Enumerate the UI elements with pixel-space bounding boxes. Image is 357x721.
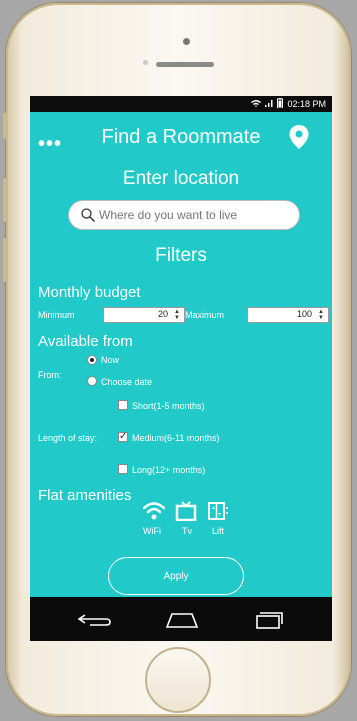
budget-max-spinner[interactable]: ▲ ▼ — [316, 309, 326, 321]
radio-now[interactable] — [87, 355, 97, 365]
page-title: Find a Roommate — [101, 126, 261, 148]
earpiece-speaker — [156, 62, 214, 67]
radio-choose-date-label: Choose date — [101, 377, 153, 387]
budget-max-label: Maximum — [185, 310, 225, 320]
cell-signal-icon — [265, 99, 273, 109]
budget-min-input[interactable]: 20 ▲ ▼ — [103, 307, 185, 323]
location-search-box[interactable] — [68, 200, 300, 230]
long-stay-label: Long(12+ months) — [132, 465, 206, 475]
available-heading: Available from — [38, 333, 133, 350]
budget-max-value: 100 — [296, 309, 312, 319]
lift-icon[interactable] — [207, 501, 229, 521]
radio-choose-date[interactable] — [87, 376, 97, 386]
amenity-wifi-label: WiFi — [143, 526, 161, 536]
physical-home-button[interactable] — [145, 647, 211, 713]
mute-switch — [3, 113, 8, 139]
location-pin-icon[interactable] — [288, 124, 310, 150]
back-icon[interactable] — [76, 605, 116, 633]
amenity-lift-label: Lift — [212, 526, 225, 536]
front-sensor — [183, 38, 190, 45]
budget-min-spinner[interactable]: ▲ ▼ — [172, 309, 182, 321]
budget-min-value: 20 — [157, 309, 168, 319]
location-input[interactable] — [97, 207, 296, 223]
battery-icon — [277, 98, 284, 110]
stay-label: Length of stay: — [38, 433, 98, 443]
wifi-signal-icon — [251, 99, 262, 109]
app-screen: ••• Find a Roommate Enter location Filte… — [30, 112, 332, 597]
filters-heading: Filters — [155, 245, 207, 266]
checkbox-short-stay[interactable] — [118, 400, 128, 410]
budget-max-input[interactable]: 100 ▲ ▼ — [247, 307, 329, 323]
wifi-icon[interactable] — [143, 501, 165, 521]
phone-screen: 02:18 PM ••• Find a Roommate Enter locat… — [30, 96, 332, 641]
apply-button[interactable]: Apply — [108, 557, 244, 595]
status-bar: 02:18 PM — [30, 96, 332, 112]
checkbox-long-stay[interactable] — [118, 464, 128, 474]
tv-icon[interactable] — [175, 501, 197, 521]
home-icon[interactable] — [162, 605, 202, 633]
recent-apps-icon[interactable] — [248, 605, 288, 633]
radio-now-label: Now — [101, 355, 120, 365]
location-heading: Enter location — [122, 168, 240, 189]
short-stay-label: Short(1-5 months) — [132, 401, 205, 411]
status-time: 02:18 PM — [287, 99, 326, 109]
amenities-heading: Flat amenities — [38, 487, 132, 504]
amenity-tv-label: Tv — [182, 526, 192, 536]
front-camera — [143, 60, 148, 65]
from-label: From: — [38, 370, 62, 380]
android-nav-bar — [30, 597, 332, 641]
status-icons: 02:18 PM — [251, 98, 326, 110]
budget-heading: Monthly budget — [38, 284, 141, 301]
volume-up-button — [3, 178, 8, 222]
search-icon — [81, 208, 96, 223]
volume-down-button — [3, 238, 8, 282]
budget-min-label: Minimum — [38, 310, 75, 320]
medium-stay-label: Medium(6-11 months) — [132, 433, 220, 443]
checkbox-medium-stay[interactable] — [118, 431, 128, 442]
